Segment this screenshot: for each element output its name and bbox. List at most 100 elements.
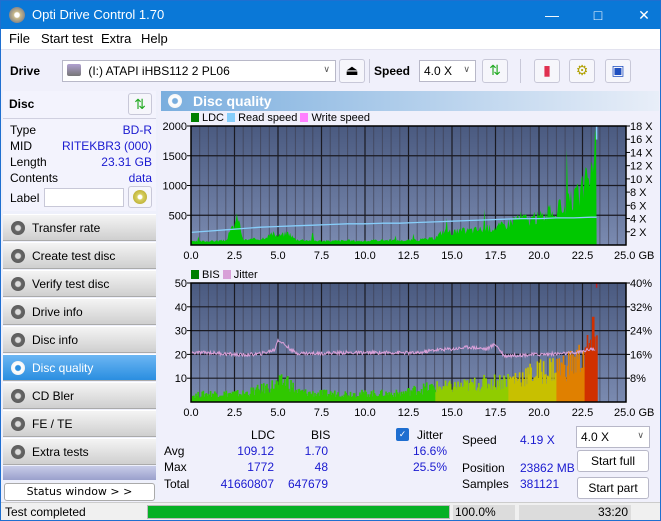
start-part-button[interactable]: Start part <box>577 477 649 499</box>
save-button[interactable]: ▣ <box>605 59 631 83</box>
jitter-checkbox[interactable]: ✓ <box>396 428 409 441</box>
y2-tick-label: 8% <box>630 373 646 385</box>
menu-file[interactable]: File <box>9 31 30 46</box>
toolbar-separator <box>520 59 521 83</box>
x-tick-label: 12.5 <box>398 407 419 419</box>
y-tick-label: 2000 <box>163 121 187 133</box>
x-tick-label: 17.5 <box>485 407 506 419</box>
close-button[interactable]: ✕ <box>621 1 660 29</box>
avg-ldc: 109.12 <box>237 444 274 458</box>
app-icon <box>9 7 25 23</box>
col-bis-header: BIS <box>311 428 331 442</box>
status-text: Test completed <box>5 505 86 519</box>
chevron-down-icon: ∨ <box>323 64 330 74</box>
ldc-chart: 2000 1500 1000 500 18 X16 X14 X 12 X10 X8 X6 … <box>163 121 655 262</box>
nav-filler <box>3 466 156 480</box>
title-bar: Opti Drive Control 1.70 — □ ✕ <box>1 1 660 29</box>
drive-value: (I:) ATAPI iHBS112 2 PL06 <box>88 64 230 78</box>
max-ldc: 1772 <box>247 460 274 474</box>
speed-label: Speed <box>374 64 411 78</box>
y-tick-label: 500 <box>169 210 187 222</box>
position-value: 23862 MB <box>520 461 575 475</box>
status-window-button[interactable]: Status window > > <box>4 483 155 501</box>
nav-create-test-disc[interactable]: Create test disc <box>3 242 156 269</box>
samples-label: Samples <box>462 477 509 491</box>
speed-value: 4.0 X <box>424 64 453 78</box>
speed-select[interactable]: 4.0 X ∨ <box>419 60 476 82</box>
y2-tick-label: 2 X <box>630 227 647 239</box>
y-tick-label: 10 <box>175 373 187 385</box>
x-tick-label: 15.0 <box>441 250 462 262</box>
avg-bis: 1.70 <box>304 444 328 458</box>
drive-icon <box>67 64 81 76</box>
disc-quality-panel: Disc quality LDC Read speed Write speed … <box>159 91 660 501</box>
y-tick-label: 30 <box>175 326 187 338</box>
minimize-button[interactable]: — <box>529 1 575 29</box>
disc-icon <box>11 305 25 319</box>
x-tick-label: 22.5 <box>572 407 593 419</box>
avg-jitter: 16.6% <box>413 444 448 458</box>
x-tick-label: 25.0 GB <box>614 250 654 262</box>
disc-icon <box>11 221 25 235</box>
menu-extra[interactable]: Extra <box>101 31 131 46</box>
x-tick-label: 15.0 <box>441 407 462 419</box>
x-tick-label: 12.5 <box>398 250 419 262</box>
refresh-button[interactable]: ⇅ <box>482 59 508 83</box>
disc-label-input[interactable] <box>44 188 124 207</box>
samples-value: 381121 <box>520 477 560 491</box>
x-tick-label: 7.5 <box>314 250 329 262</box>
y2-tick-label: 10 X <box>630 174 653 186</box>
total-bis: 647679 <box>287 477 328 491</box>
x-tick-label: 5.0 <box>270 407 285 419</box>
x-tick-label: 2.5 <box>227 250 242 262</box>
disc-refresh-button[interactable]: ⇅ <box>128 93 152 115</box>
x-tick-label: 10.0 <box>354 407 375 419</box>
max-label: Max <box>164 460 187 474</box>
nav-transfer-rate[interactable]: Transfer rate <box>3 214 156 241</box>
maximize-button[interactable]: □ <box>575 1 621 29</box>
test-speed-select[interactable]: 4.0 X ∨ <box>576 426 650 448</box>
max-jitter: 25.5% <box>413 460 448 474</box>
nav-cd-bler[interactable]: CD Bler <box>3 382 156 409</box>
nav-disc-quality[interactable]: Disc quality <box>3 354 156 381</box>
progress-bar <box>147 505 450 519</box>
disc-length-value: 23.31 GB <box>101 155 152 169</box>
x-tick-label: 2.5 <box>227 407 242 419</box>
menu-start-test[interactable]: Start test <box>41 31 93 46</box>
y2-tick-label: 18 X <box>630 121 653 133</box>
status-bar: Test completed 100.0% 33:20 <box>1 502 660 520</box>
test-speed-value: 4.0 X <box>581 430 610 444</box>
total-ldc: 41660807 <box>220 477 274 491</box>
nav-disc-info[interactable]: Disc info <box>3 326 156 353</box>
disc-length-key: Length <box>10 155 47 169</box>
y-tick-label: 40 <box>175 302 187 314</box>
start-full-button[interactable]: Start full <box>577 450 649 472</box>
nav-fe-te[interactable]: FE / TE <box>3 410 156 437</box>
total-label: Total <box>164 477 190 491</box>
y2-tick-label: 16% <box>630 349 652 361</box>
disc-label-button[interactable] <box>128 186 152 208</box>
window-title: Opti Drive Control 1.70 <box>32 7 165 22</box>
nav-drive-info[interactable]: Drive info <box>3 298 156 325</box>
nav-extra-tests[interactable]: Extra tests <box>3 438 156 465</box>
y2-tick-label: 24% <box>630 326 652 338</box>
menu-help[interactable]: Help <box>141 31 168 46</box>
sidebar: Disc ⇅ Type BD-R MID RITEKBR3 (000) Leng… <box>1 91 158 501</box>
jitter-label: Jitter <box>417 428 444 442</box>
disc-icon <box>11 445 25 459</box>
eject-button[interactable]: ⏏ <box>339 59 365 83</box>
drive-select[interactable]: (I:) ATAPI iHBS112 2 PL06 ∨ <box>62 60 336 82</box>
y-tick-label: 20 <box>175 349 187 361</box>
erase-button[interactable]: ▮ <box>534 59 560 83</box>
disc-icon <box>11 389 25 403</box>
settings-button[interactable]: ⚙ <box>569 59 595 83</box>
bis-chart: 50 40 30 20 10 40% 32% 24% 16% 8% 0.0 2.5 5.0 7.5 10.0… <box>175 278 655 419</box>
x-tick-label: 0.0 <box>183 407 198 419</box>
nav-verify-test-disc[interactable]: Verify test disc <box>3 270 156 297</box>
progress-percent: 100.0% <box>453 505 515 520</box>
y2-tick-label: 4 X <box>630 214 647 226</box>
x-tick-label: 17.5 <box>485 250 506 262</box>
x-tick-label: 5.0 <box>270 250 285 262</box>
disc-icon <box>133 190 147 204</box>
disc-info-panel: Disc ⇅ Type BD-R MID RITEKBR3 (000) Leng… <box>3 91 156 211</box>
